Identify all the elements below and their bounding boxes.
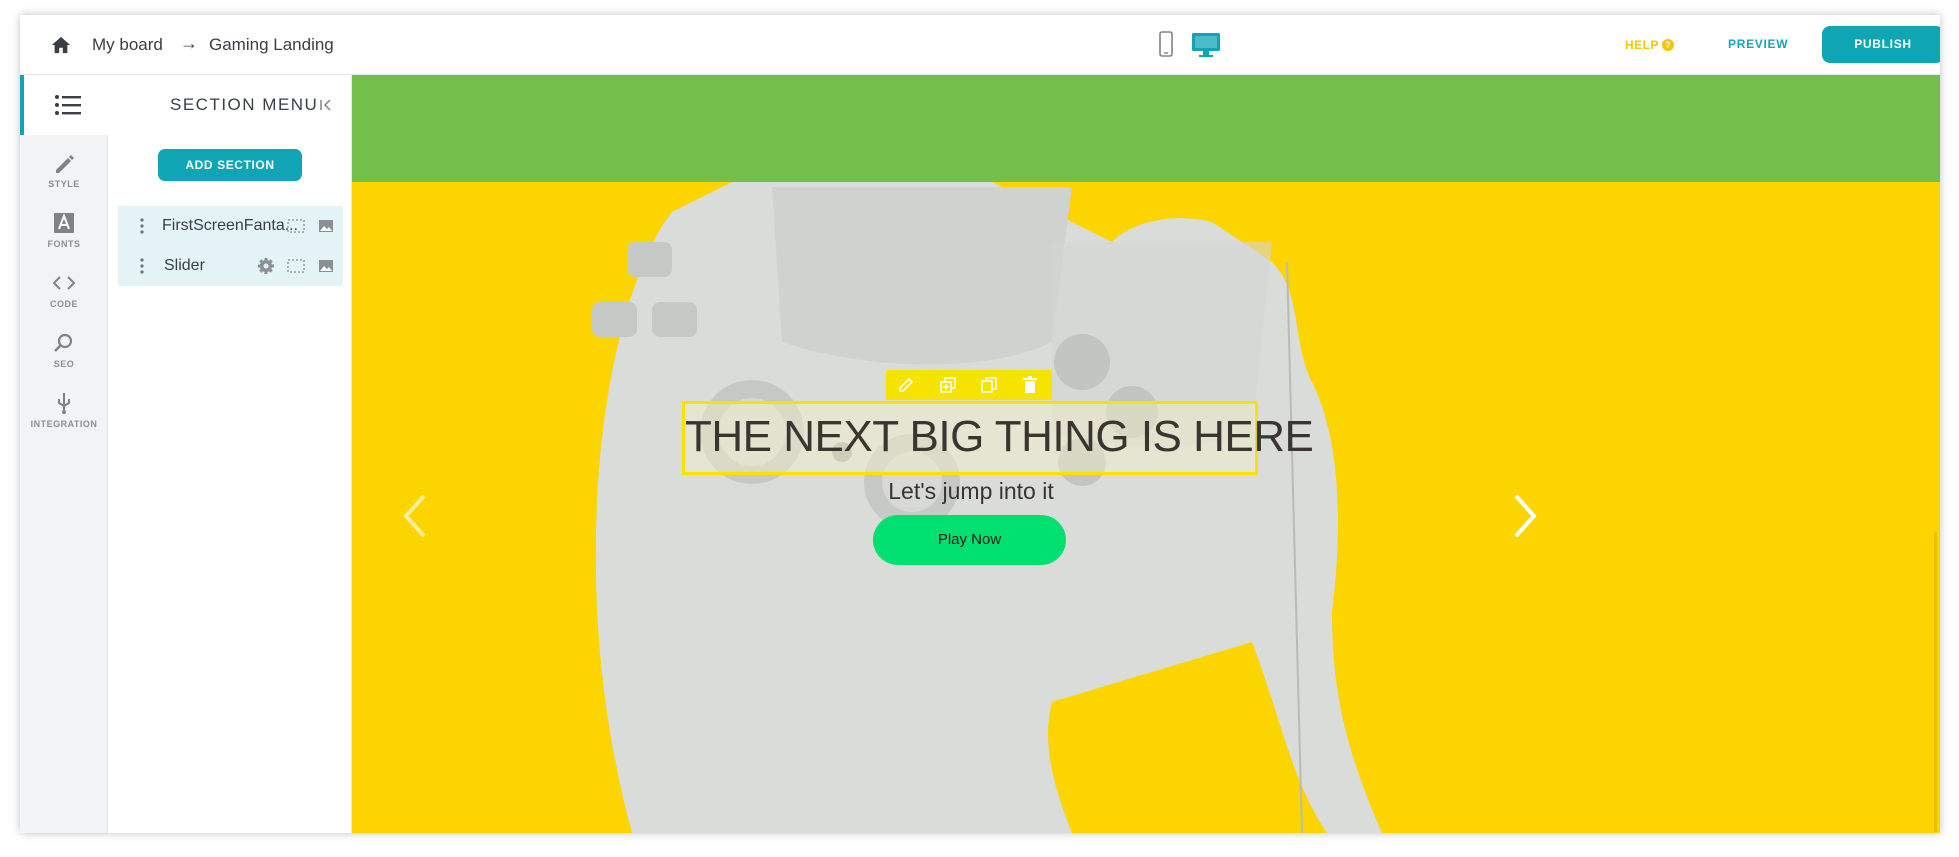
edit-pencil-icon[interactable] xyxy=(896,375,916,395)
section-item-name: Slider xyxy=(164,257,205,274)
breadcrumb-arrow-icon: → xyxy=(180,33,198,53)
section-menu-panel: SECTION MENU ADD SECTION FirstScreenFant… xyxy=(108,75,352,833)
slider-prev-arrow-icon[interactable] xyxy=(400,492,430,540)
slider-next-arrow-icon[interactable] xyxy=(1510,492,1540,540)
play-now-button[interactable]: Play Now xyxy=(873,515,1066,565)
game-controller-image xyxy=(592,182,1382,833)
section-menu-title: SECTION MENU xyxy=(170,95,319,114)
left-tool-rail: STYLE FONTS CODE SEO INTEGRATION xyxy=(20,75,108,833)
desktop-view-icon[interactable] xyxy=(1190,29,1222,59)
help-question-icon: ? xyxy=(1662,39,1675,51)
top-bar: My board → Gaming Landing HELP? PREVIEW … xyxy=(20,15,1940,75)
rail-code-label: CODE xyxy=(49,299,78,309)
preview-button[interactable]: PREVIEW xyxy=(1728,37,1788,51)
image-icon[interactable] xyxy=(316,216,336,236)
rail-style[interactable]: STYLE xyxy=(20,150,108,210)
section-list: FirstScreenFanta... Slider xyxy=(118,206,343,286)
gear-icon[interactable] xyxy=(256,256,276,276)
hero-title-selection[interactable]: THE NEXT BIG THING IS HERE xyxy=(682,401,1314,475)
rail-style-label: STYLE xyxy=(48,179,80,189)
canvas-scrollbar[interactable] xyxy=(1934,532,1937,832)
help-button[interactable]: HELP? xyxy=(1625,38,1675,52)
font-icon xyxy=(54,213,74,233)
code-icon xyxy=(52,276,76,290)
add-section-button[interactable]: ADD SECTION xyxy=(158,149,302,181)
element-toolbar xyxy=(886,370,1052,400)
resize-icon[interactable] xyxy=(286,216,306,236)
rail-code[interactable]: CODE xyxy=(20,270,108,330)
rail-fonts[interactable]: FONTS xyxy=(20,210,108,270)
rail-seo[interactable]: SEO xyxy=(20,330,108,390)
plug-icon xyxy=(58,393,70,414)
home-icon[interactable] xyxy=(50,35,72,55)
hero-title[interactable]: THE NEXT BIG THING IS HERE xyxy=(685,412,1314,462)
editor-window: My board → Gaming Landing HELP? PREVIEW … xyxy=(20,15,1940,833)
rail-fonts-label: FONTS xyxy=(47,239,81,249)
resize-icon[interactable] xyxy=(286,256,306,276)
rail-integration[interactable]: INTEGRATION xyxy=(20,390,108,450)
add-element-icon[interactable] xyxy=(938,375,958,395)
hero-subtitle[interactable]: Let's jump into it xyxy=(352,478,1590,505)
seo-search-icon xyxy=(54,333,73,352)
slider-section[interactable]: THE NEXT BIG THING IS HERE Let's jump in… xyxy=(352,182,1940,833)
breadcrumb-current-page: Gaming Landing xyxy=(209,35,334,54)
duplicate-icon[interactable] xyxy=(979,375,999,395)
section-item-name: FirstScreenFanta... xyxy=(162,217,299,234)
drag-handle-icon[interactable] xyxy=(140,258,144,274)
mobile-view-icon[interactable] xyxy=(1157,29,1175,59)
rail-integration-label: INTEGRATION xyxy=(30,419,98,429)
section-item[interactable]: FirstScreenFanta... xyxy=(118,206,343,246)
page-canvas: THE NEXT BIG THING IS HERE Let's jump in… xyxy=(352,75,1940,833)
breadcrumb-my-board[interactable]: My board xyxy=(92,35,163,55)
header-section[interactable] xyxy=(352,75,1940,182)
rail-seo-label: SEO xyxy=(53,359,75,369)
pencil-icon xyxy=(56,155,74,173)
image-icon[interactable] xyxy=(316,256,336,276)
publish-button[interactable]: PUBLISH xyxy=(1822,26,1940,63)
drag-handle-icon[interactable] xyxy=(140,218,144,234)
delete-trash-icon[interactable] xyxy=(1020,375,1040,395)
section-menu-tab[interactable] xyxy=(20,75,108,135)
list-icon xyxy=(55,95,81,115)
help-label: HELP xyxy=(1625,38,1660,52)
section-item[interactable]: Slider xyxy=(118,246,343,286)
collapse-panel-icon[interactable] xyxy=(318,97,334,113)
